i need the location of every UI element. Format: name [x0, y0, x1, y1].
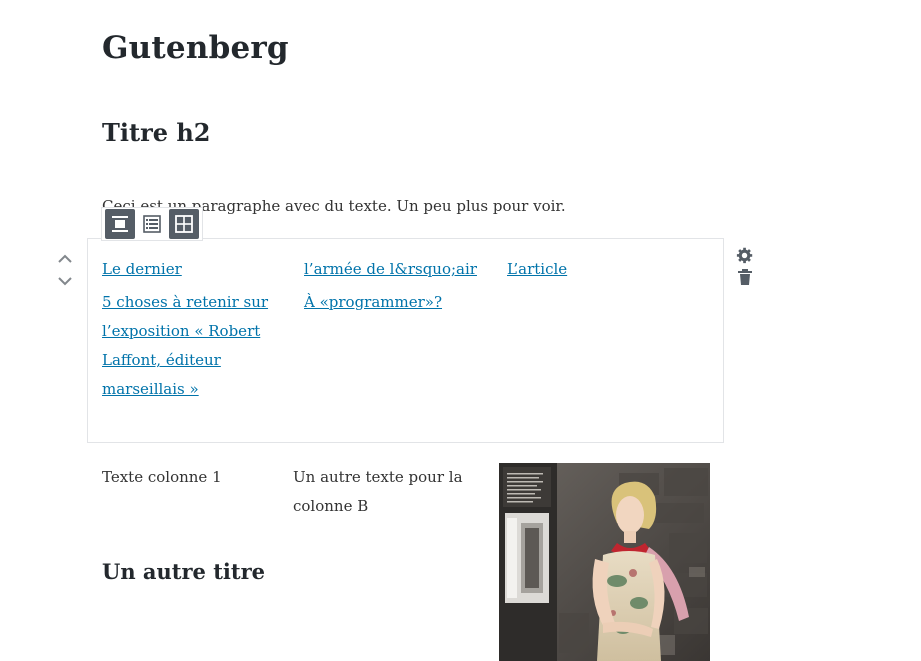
- move-up-button[interactable]: [55, 247, 75, 269]
- post-link[interactable]: Le dernier: [102, 255, 304, 284]
- block-toolbar: [102, 208, 202, 240]
- grid-view-icon: [175, 215, 193, 233]
- trash-icon: [737, 268, 753, 290]
- align-center-icon: [111, 215, 129, 233]
- latest-posts-grid: Le dernier l’armée de l&rsquo;air L’arti…: [102, 255, 712, 404]
- chevron-down-icon: [57, 271, 73, 290]
- move-down-button[interactable]: [55, 269, 75, 291]
- editor-canvas: Gutenberg Titre h2 Ceci est un paragraph…: [0, 0, 921, 661]
- post-link[interactable]: L’article: [507, 255, 687, 284]
- align-center-button[interactable]: [105, 209, 135, 239]
- block-settings-button[interactable]: [734, 246, 756, 268]
- block-side-actions: [734, 246, 756, 290]
- post-link[interactable]: 5 choses à retenir sur l’exposition « Ro…: [102, 288, 304, 404]
- delete-block-button[interactable]: [734, 268, 756, 290]
- post-link[interactable]: l’armée de l&rsquo;air: [304, 255, 507, 284]
- list-view-icon: [143, 215, 161, 233]
- column-image[interactable]: [499, 463, 710, 661]
- post-link[interactable]: À «programmer»?: [304, 288, 507, 404]
- column-heading[interactable]: Un autre titre: [102, 559, 265, 584]
- gear-icon: [736, 246, 754, 268]
- column-1-text[interactable]: Texte colonne 1: [102, 463, 272, 492]
- grid-view-button[interactable]: [169, 209, 199, 239]
- column-2-text[interactable]: Un autre texte pour la colonne B: [293, 463, 463, 521]
- fashion-photo: [499, 463, 710, 661]
- block-mover: [55, 247, 75, 291]
- chevron-up-icon: [57, 249, 73, 268]
- post-title[interactable]: Gutenberg: [102, 30, 289, 66]
- list-view-button[interactable]: [137, 209, 167, 239]
- heading-block[interactable]: Titre h2: [102, 118, 210, 147]
